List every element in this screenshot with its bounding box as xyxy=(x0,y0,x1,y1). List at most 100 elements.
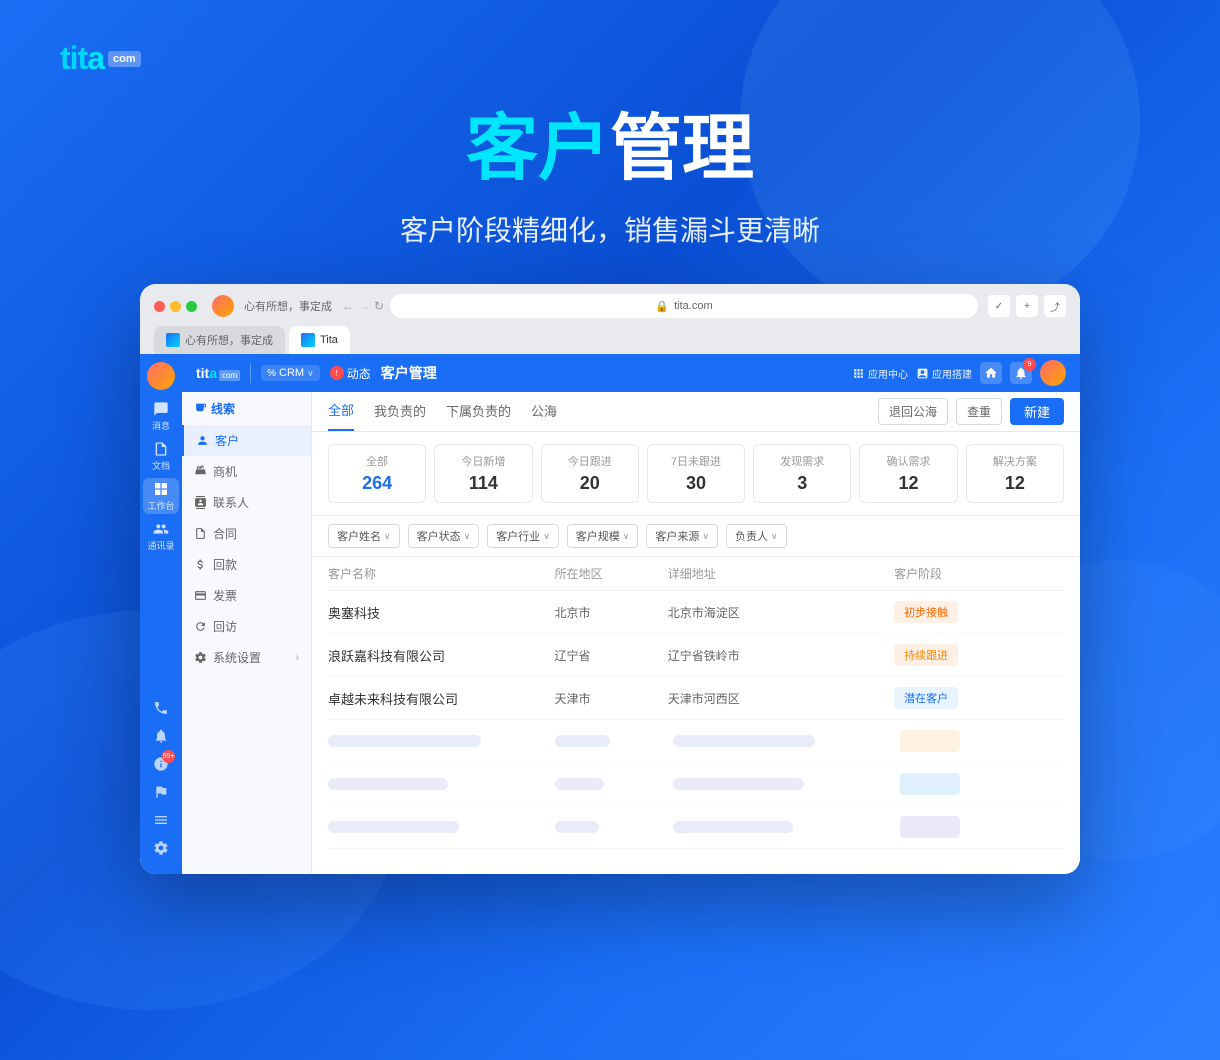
skeleton-row xyxy=(328,806,1064,849)
header-address: 详细地址 xyxy=(668,565,894,582)
browser-titlebar: 心有所想，事定成 ← → ↻ 🔒 tita.com ✓ + ⤴ xyxy=(154,294,1066,318)
stat-7day-label: 7日未跟进 xyxy=(660,453,732,469)
browser-share-btn[interactable]: ⤴ xyxy=(1044,295,1066,317)
nav-bottom-icons: 99+ xyxy=(151,698,171,866)
stat-discover-label: 发现需求 xyxy=(766,453,838,469)
second-nav-opportunity-label: 商机 xyxy=(213,463,237,480)
stat-discover[interactable]: 发现需求 3 xyxy=(753,444,851,503)
stat-today-new-label: 今日新增 xyxy=(447,453,519,469)
filter-industry-arrow: ∨ xyxy=(543,531,550,542)
customer-table: 客户名称 所在地区 详细地址 客户阶段 奥塞科技 北京市 北京市海淀区 初步接触 xyxy=(312,557,1080,849)
browser-mockup: 心有所想，事定成 ← → ↻ 🔒 tita.com ✓ + ⤴ xyxy=(140,284,1080,874)
row2-address: 辽宁省铁岭市 xyxy=(668,647,894,664)
tab-active[interactable]: Tita xyxy=(289,326,350,354)
browser-add-btn[interactable]: + xyxy=(1016,295,1038,317)
return-btn[interactable]: 退回公海 xyxy=(878,398,948,425)
nav-menu-icon[interactable] xyxy=(151,810,171,830)
filter-source-label: 客户来源 xyxy=(655,528,699,544)
nav-bell-icon[interactable] xyxy=(151,726,171,746)
browser-action-btn[interactable]: ✓ xyxy=(988,295,1010,317)
second-nav-customer-label: 客户 xyxy=(215,432,239,449)
stat-solution[interactable]: 解决方案 12 xyxy=(966,444,1064,503)
page-title: 客户管理 xyxy=(381,363,437,383)
filter-name-arrow: ∨ xyxy=(384,531,391,542)
create-btn[interactable]: 新建 xyxy=(1010,398,1064,425)
stat-confirm[interactable]: 确认需求 12 xyxy=(859,444,957,503)
home-icon-btn[interactable] xyxy=(980,362,1002,384)
tab-inactive-label: 心有所想，事定成 xyxy=(185,332,273,348)
nav-flag-icon[interactable] xyxy=(151,782,171,802)
tab-mine[interactable]: 我负责的 xyxy=(374,392,426,431)
row2-stage-badge: 持续跟进 xyxy=(894,644,958,666)
table-row[interactable]: 奥塞科技 北京市 北京市海淀区 初步接触 xyxy=(328,591,1064,634)
filter-source[interactable]: 客户来源 ∨ xyxy=(646,524,718,548)
user-avatar[interactable] xyxy=(147,362,175,390)
nav-messages[interactable]: 消息 xyxy=(143,398,179,434)
table-header: 客户名称 所在地区 详细地址 客户阶段 xyxy=(328,557,1064,591)
second-nav-contact[interactable]: 联系人 xyxy=(182,487,311,518)
traffic-light-green[interactable] xyxy=(186,301,197,312)
stat-7day[interactable]: 7日未跟进 30 xyxy=(647,444,745,503)
hero-title: 客户管理 xyxy=(466,110,754,189)
table-row[interactable]: 卓越未来科技有限公司 天津市 天津市河西区 潜在客户 xyxy=(328,677,1064,720)
tab-inactive[interactable]: 心有所想，事定成 xyxy=(154,326,285,354)
stat-today-follow-label: 今日跟进 xyxy=(554,453,626,469)
workspace-icon xyxy=(153,481,169,497)
row1-stage-cell: 初步接触 xyxy=(894,601,1064,623)
filter-scale[interactable]: 客户规模 ∨ xyxy=(567,524,639,548)
browser-chrome: 心有所想，事定成 ← → ↻ 🔒 tita.com ✓ + ⤴ xyxy=(140,284,1080,354)
dedupe-btn[interactable]: 查重 xyxy=(956,398,1002,425)
second-nav-settings[interactable]: 系统设置 › xyxy=(182,642,311,673)
skeleton-row xyxy=(328,763,1064,806)
tab-subordinate[interactable]: 下属负责的 xyxy=(446,392,511,431)
app-layout: tita com % CRM ∨ ! 动态 客户管理 xyxy=(182,354,1080,874)
top-user-avatar[interactable] xyxy=(1040,360,1066,386)
second-nav-invoice[interactable]: 发票 xyxy=(182,580,311,611)
filter-status[interactable]: 客户状态 ∨ xyxy=(408,524,480,548)
second-nav-revisit[interactable]: 回访 xyxy=(182,611,311,642)
traffic-light-yellow[interactable] xyxy=(170,301,181,312)
second-nav-contract[interactable]: 合同 xyxy=(182,518,311,549)
stat-today-new[interactable]: 今日新增 114 xyxy=(434,444,532,503)
filter-owner[interactable]: 负责人 ∨ xyxy=(726,524,787,548)
stat-confirm-label: 确认需求 xyxy=(872,453,944,469)
app-center-btn[interactable]: 应用中心 xyxy=(852,366,908,381)
traffic-light-red[interactable] xyxy=(154,301,165,312)
header-region: 所在地区 xyxy=(554,565,667,582)
table-row[interactable]: 浪跃嘉科技有限公司 辽宁省 辽宁省铁岭市 持续跟进 xyxy=(328,634,1064,677)
filter-name-label: 客户姓名 xyxy=(337,528,381,544)
crm-badge[interactable]: % CRM ∨ xyxy=(261,365,320,381)
tab-all[interactable]: 全部 xyxy=(328,392,354,431)
stat-today-new-value: 114 xyxy=(447,473,519,494)
nav-phone-icon[interactable] xyxy=(151,698,171,718)
nav-settings-icon[interactable] xyxy=(151,838,171,858)
second-nav-payment[interactable]: 回款 xyxy=(182,549,311,580)
browser-address-bar[interactable]: 🔒 tita.com xyxy=(390,294,978,318)
filter-name[interactable]: 客户姓名 ∨ xyxy=(328,524,400,548)
second-nav-opportunity[interactable]: 商机 xyxy=(182,456,311,487)
app-build-btn[interactable]: 应用搭建 xyxy=(916,366,972,381)
nav-contacts[interactable]: 通讯录 xyxy=(143,518,179,554)
filter-scale-arrow: ∨ xyxy=(623,531,630,542)
document-icon xyxy=(153,441,169,457)
stat-all[interactable]: 全部 264 xyxy=(328,444,426,503)
filter-status-arrow: ∨ xyxy=(464,531,471,542)
topbar-divider xyxy=(250,363,251,383)
browser-tagline: 心有所想，事定成 xyxy=(244,298,332,314)
tab-public[interactable]: 公海 xyxy=(531,392,557,431)
second-nav-customer[interactable]: 客户 xyxy=(182,425,311,456)
hero-subtitle: 客户阶段精细化，销售漏斗更清晰 xyxy=(400,209,820,249)
filter-industry[interactable]: 客户行业 ∨ xyxy=(487,524,559,548)
browser-profile-avatar xyxy=(212,295,234,317)
row1-region: 北京市 xyxy=(554,604,667,621)
stat-7day-value: 30 xyxy=(660,473,732,494)
second-nav-invoice-label: 发票 xyxy=(213,587,237,604)
nav-documents[interactable]: 文档 xyxy=(143,438,179,474)
second-nav-contact-label: 联系人 xyxy=(213,494,249,511)
filter-source-arrow: ∨ xyxy=(702,531,709,542)
stat-today-follow[interactable]: 今日跟进 20 xyxy=(541,444,639,503)
second-nav-header[interactable]: 线索 xyxy=(182,392,311,425)
dynamic-badge[interactable]: ! 动态 xyxy=(330,365,371,382)
content-tab-bar: 全部 我负责的 下属负责的 公海 退回公海 查重 新建 xyxy=(312,392,1080,432)
nav-workspace[interactable]: 工作台 xyxy=(143,478,179,514)
